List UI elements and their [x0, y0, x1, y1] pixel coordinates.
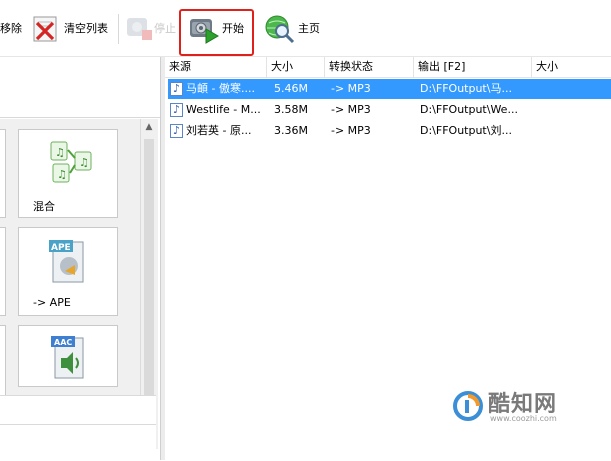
file-status: -> MP3 [331, 82, 371, 95]
clear-list-label: 清空列表 [64, 22, 108, 35]
home-button[interactable]: 主页 [264, 8, 320, 48]
home-label: 主页 [298, 22, 320, 35]
scroll-up-arrow[interactable]: ▲ [143, 121, 155, 133]
column-header-status[interactable]: 转换状态 [325, 57, 414, 77]
aac-badge-text: AAC [54, 338, 72, 347]
remove-label: 移除 [0, 22, 22, 35]
aac-file-icon: AAC [47, 334, 91, 382]
home-globe-icon [264, 13, 295, 44]
column-header-source[interactable]: 来源 [165, 57, 267, 77]
music-file-icon: ♪ [170, 103, 183, 117]
file-row[interactable]: ♪ 马頔 - 傲寒.... 5.46M -> MP3 D:\FFOutput\马… [168, 79, 611, 99]
left-panel-footer-row [0, 395, 156, 424]
column-header-output[interactable]: 输出 [F2] [414, 57, 532, 77]
toolbar-separator [118, 14, 119, 44]
file-source: Westlife - M... [186, 103, 261, 116]
watermark: 酷知网 www.coozhi.com [452, 388, 602, 428]
column-header-size[interactable]: 大小 [267, 57, 325, 77]
file-output: D:\FFOutput\We... [420, 103, 518, 116]
file-list-header: 来源 大小 转换状态 输出 [F2] 大小 [165, 57, 611, 78]
ape-badge-text: APE [51, 243, 71, 253]
music-file-icon: ♪ [170, 124, 183, 138]
stop-icon [124, 13, 154, 43]
file-output: D:\FFOutput\马... [420, 82, 512, 95]
file-size: 3.36M [274, 124, 308, 137]
file-status: -> MP3 [331, 103, 371, 116]
file-source: 刘若英 - 原... [186, 124, 252, 137]
svg-text:♫: ♫ [55, 146, 65, 159]
clear-list-button[interactable]: 清空列表 [32, 8, 108, 48]
file-size: 5.46M [274, 82, 308, 95]
partial-tile[interactable] [0, 129, 6, 218]
svg-text:♫: ♫ [79, 156, 89, 169]
aac-tile[interactable]: AAC [18, 325, 118, 387]
left-panel-footer-row [0, 424, 156, 461]
file-row[interactable]: ♪ 刘若英 - 原... 3.36M -> MP3 D:\FFOutput\刘.… [168, 121, 611, 141]
file-source: 马頔 - 傲寒.... [186, 82, 255, 95]
mix-label: 混合 [33, 200, 55, 213]
partial-tile[interactable] [0, 227, 6, 316]
left-panel-header [0, 57, 160, 118]
start-icon [188, 13, 219, 44]
file-status: -> MP3 [331, 124, 371, 137]
clear-list-icon [32, 13, 62, 43]
ape-file-icon: APE [45, 238, 95, 286]
stop-button[interactable]: 停止 [124, 8, 176, 48]
file-row[interactable]: ♪ Westlife - M... 3.58M -> MP3 D:\FFOutp… [168, 100, 611, 120]
remove-button[interactable]: 移除 [0, 8, 22, 48]
mix-tile[interactable]: ♫ ♫ ♫ 混合 [18, 129, 118, 218]
ape-tile[interactable]: APE -> APE [18, 227, 118, 316]
column-header-output-size[interactable]: 大小 [532, 57, 611, 77]
stop-label: 停止 [154, 22, 176, 35]
scrollbar-thumb[interactable] [144, 139, 154, 435]
toolbar: 移除 清空列表 停止 开始 主页 [0, 0, 611, 57]
file-size: 3.58M [274, 103, 308, 116]
start-label: 开始 [222, 22, 244, 35]
file-output: D:\FFOutput\刘... [420, 124, 512, 137]
ape-label: -> APE [33, 296, 71, 309]
conversion-type-panel: ♫ ♫ ♫ 混合 APE -> APE AAC ▲ [0, 57, 160, 461]
start-button[interactable]: 开始 [188, 8, 244, 48]
watermark-url: www.coozhi.com [490, 414, 557, 423]
watermark-logo-icon [452, 390, 484, 422]
music-file-icon: ♪ [170, 82, 183, 96]
mix-audio-icon: ♫ ♫ ♫ [49, 140, 93, 184]
svg-text:♫: ♫ [57, 168, 67, 181]
